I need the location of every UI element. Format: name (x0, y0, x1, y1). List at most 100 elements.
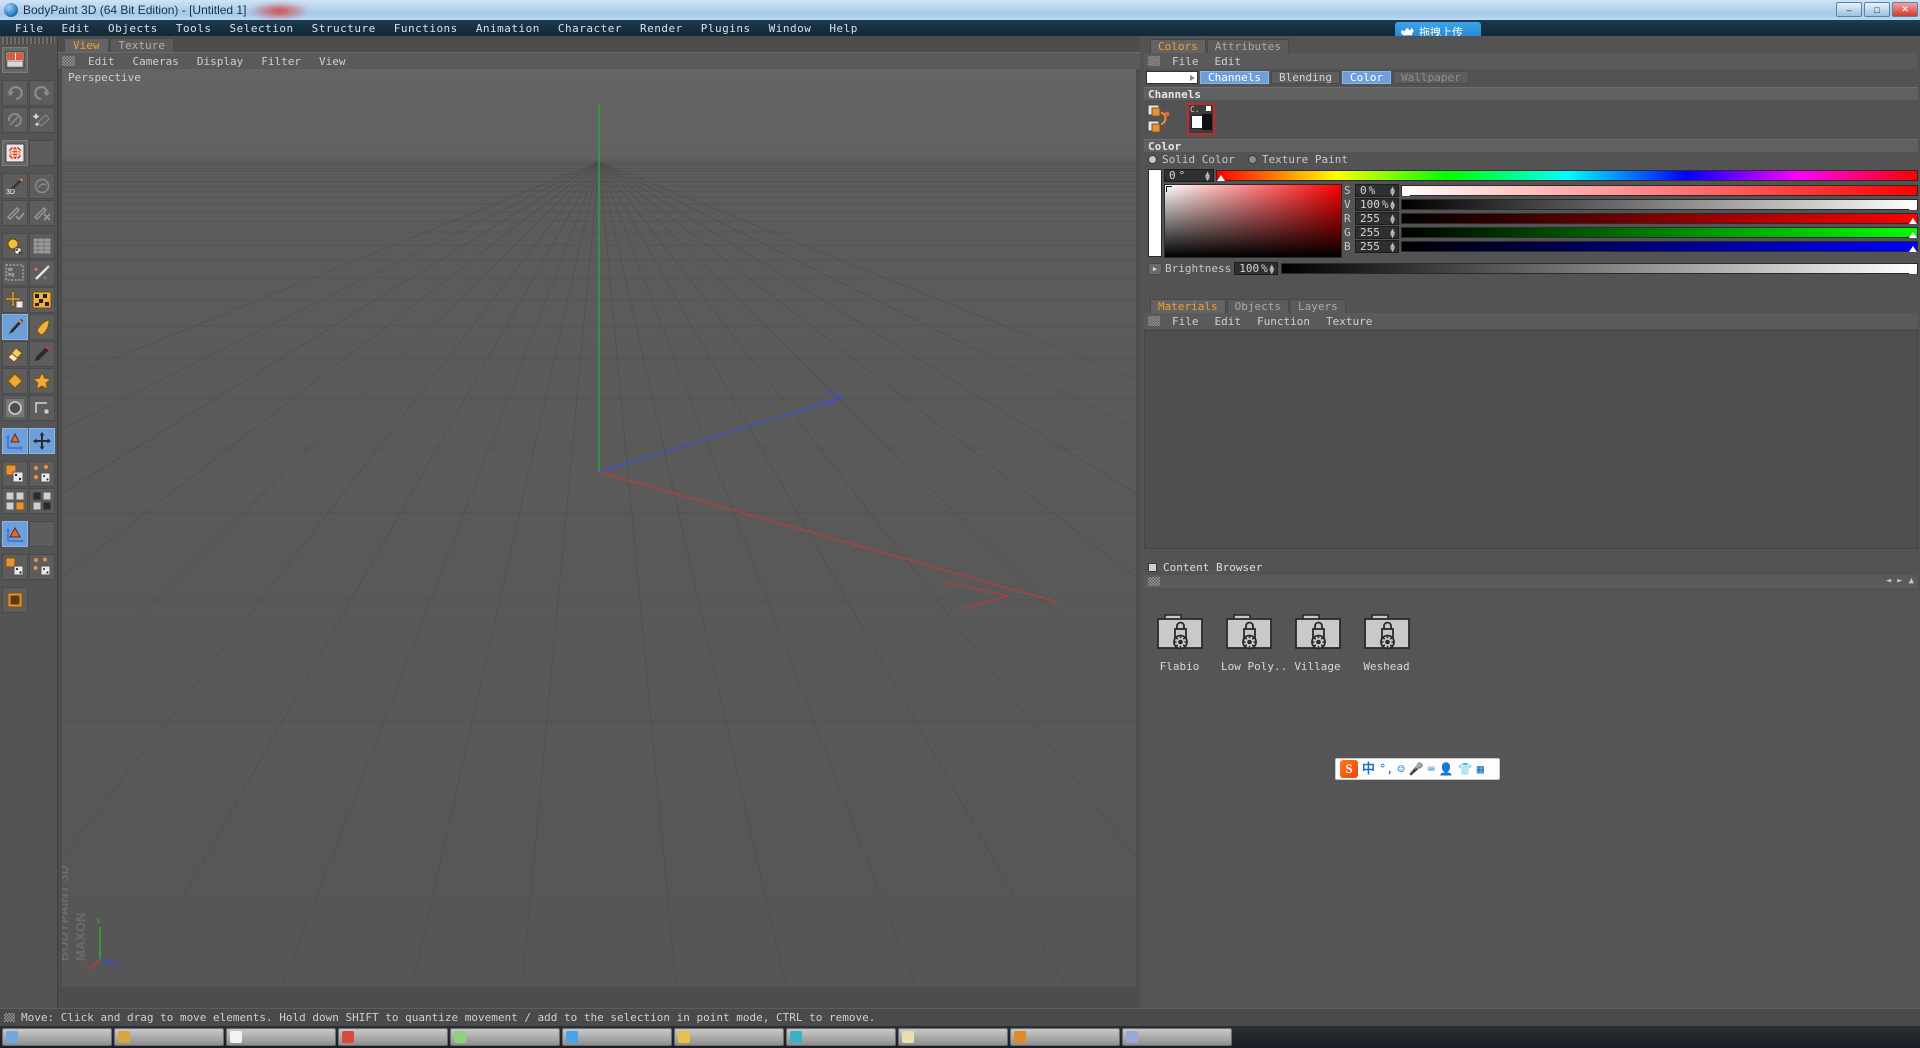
move-uv-icon[interactable] (2, 287, 28, 313)
sv-and-sliders[interactable]: S 0 % ▲▼ (1164, 184, 1918, 258)
viewport-tab-view[interactable]: View (64, 38, 109, 52)
undo-icon[interactable] (2, 80, 28, 106)
content-browser-body[interactable]: FlabioLow Poly..VillageWeshead (1144, 590, 1918, 1020)
menu-item-objects[interactable]: Objects (99, 22, 167, 35)
slider-row-b[interactable]: B 255 ▲▼ (1344, 240, 1918, 253)
blending-button[interactable]: Blending (1271, 71, 1340, 84)
user-17-icon[interactable]: 👤 (1439, 763, 1454, 775)
text-tool-icon[interactable]: string (2, 260, 28, 286)
maximize-button[interactable]: □ (1864, 2, 1890, 17)
colors-tab-colors[interactable]: Colors (1150, 39, 1206, 53)
lasso-icon[interactable] (29, 395, 55, 421)
v-slider[interactable] (1401, 199, 1918, 210)
microphone-icon[interactable]: 🎤 (1409, 763, 1424, 775)
b-field[interactable]: 255 ▲▼ (1355, 240, 1399, 253)
color-button[interactable]: Color (1342, 71, 1391, 84)
smiley-icon[interactable]: ☺ (1397, 763, 1404, 775)
menu-item-plugins[interactable]: Plugins (692, 22, 760, 35)
move-cross-icon[interactable] (29, 428, 55, 454)
colors-panel-tabs[interactable]: ColorsAttributes (1144, 38, 1918, 53)
apps-grid-icon[interactable]: ▦ (1477, 763, 1484, 775)
colors-tab-attributes[interactable]: Attributes (1207, 39, 1289, 53)
materials-list[interactable] (1144, 330, 1918, 549)
r-slider[interactable] (1401, 213, 1918, 224)
v-slider-handle[interactable] (1909, 204, 1917, 210)
materials-tab-layers[interactable]: Layers (1290, 299, 1346, 313)
toolbar-grip[interactable] (2, 37, 55, 44)
window-controls[interactable]: – □ ✕ (1836, 2, 1918, 17)
pen-icon[interactable] (29, 341, 55, 367)
r-field[interactable]: 255 ▲▼ (1355, 212, 1399, 225)
active-color-swatch[interactable] (1146, 71, 1198, 84)
content-browser-toolbar[interactable]: ◄ ► ▲ (1144, 575, 1918, 588)
s-spinner[interactable]: ▲▼ (1390, 186, 1395, 196)
lock-axis-icon[interactable] (2, 587, 28, 613)
texture-paint-radio[interactable] (1248, 155, 1257, 164)
checker-tool-icon[interactable] (29, 287, 55, 313)
materials-tab-objects[interactable]: Objects (1227, 299, 1289, 313)
taskbar-item[interactable] (786, 1028, 896, 1046)
magnifier-icon[interactable] (2, 233, 28, 259)
menu-item-functions[interactable]: Functions (385, 22, 467, 35)
brush-x-icon[interactable] (29, 200, 55, 226)
viewport-menu-grip[interactable] (62, 56, 75, 66)
folder-list[interactable]: FlabioLow Poly..VillageWeshead (1144, 590, 1918, 673)
object-mode-icon[interactable] (2, 554, 28, 580)
taskbar-item[interactable] (338, 1028, 448, 1046)
hue-slider[interactable] (1216, 170, 1918, 181)
brightness-field[interactable]: 100 % ▲▼ (1234, 262, 1278, 275)
taskbar-item[interactable] (2, 1028, 112, 1046)
taskbar-item[interactable] (226, 1028, 336, 1046)
wallpaper-button[interactable]: Wallpaper (1393, 71, 1469, 84)
hue-row[interactable]: 0 ° ▲▼ (1164, 169, 1918, 182)
left-toolbar[interactable]: 3D string (0, 36, 58, 1026)
materials-tab-materials[interactable]: Materials (1150, 299, 1226, 313)
viewport-menu-display[interactable]: Display (188, 55, 252, 68)
colors-menu-grip[interactable] (1148, 56, 1160, 66)
channels-button[interactable]: Channels (1200, 71, 1269, 84)
brightness-slider[interactable] (1281, 263, 1918, 274)
brightness-spinner[interactable]: ▲▼ (1269, 264, 1274, 274)
color-channel-thumbnail[interactable]: C. (1187, 103, 1215, 135)
content-browser-nav[interactable]: ◄ ► ▲ (1886, 576, 1914, 586)
move-axis-icon[interactable] (2, 428, 28, 454)
ime-punctuation-icon[interactable]: °, (1379, 763, 1393, 775)
magic-star-icon[interactable] (29, 107, 55, 133)
menu-item-selection[interactable]: Selection (220, 22, 302, 35)
viewport-menu-view[interactable]: View (310, 55, 355, 68)
brush-check-icon[interactable] (2, 200, 28, 226)
g-field[interactable]: 255 ▲▼ (1355, 226, 1399, 239)
v-field[interactable]: 100 % ▲▼ (1355, 198, 1399, 211)
bucket-fill-icon[interactable] (2, 368, 28, 394)
uv-mode-icon[interactable] (29, 488, 55, 514)
menu-item-window[interactable]: Window (760, 22, 821, 35)
materials-menu-texture[interactable]: Texture (1318, 315, 1380, 328)
paint-3d-icon[interactable]: 3D (2, 173, 28, 199)
windows-taskbar[interactable] (0, 1026, 1920, 1048)
nav-forward-icon[interactable]: ► (1897, 576, 1902, 586)
solid-color-radio[interactable] (1148, 155, 1157, 164)
r-spinner[interactable]: ▲▼ (1390, 214, 1395, 224)
taskbar-item[interactable] (1010, 1028, 1120, 1046)
b-slider-handle[interactable] (1909, 246, 1917, 252)
folder-item[interactable]: Weshead (1359, 612, 1414, 673)
viewport-tabs[interactable]: ViewTexture (58, 36, 1140, 52)
menu-item-render[interactable]: Render (631, 22, 692, 35)
sv-cursor[interactable] (1166, 186, 1172, 192)
materials-panel-menu[interactable]: FileEditFunctionTexture (1144, 313, 1918, 329)
layout-icon[interactable] (2, 47, 28, 73)
keyboard-icon[interactable]: ⌨ (1428, 763, 1435, 775)
folder-item[interactable]: Flabio (1152, 612, 1207, 673)
taskbar-item[interactable] (450, 1028, 560, 1046)
star-shape-icon[interactable] (29, 368, 55, 394)
taskbar-item[interactable] (674, 1028, 784, 1046)
b-slider[interactable] (1401, 241, 1918, 252)
tshirt-icon[interactable]: 👕 (1458, 763, 1473, 775)
nav-up-icon[interactable]: ▲ (1909, 576, 1914, 586)
materials-menu-edit[interactable]: Edit (1207, 315, 1250, 328)
g-slider[interactable] (1401, 227, 1918, 238)
slider-row-v[interactable]: V 100 % ▲▼ (1344, 198, 1918, 211)
redo-icon[interactable] (29, 80, 55, 106)
menu-item-animation[interactable]: Animation (467, 22, 549, 35)
brush-icon[interactable] (2, 314, 28, 340)
